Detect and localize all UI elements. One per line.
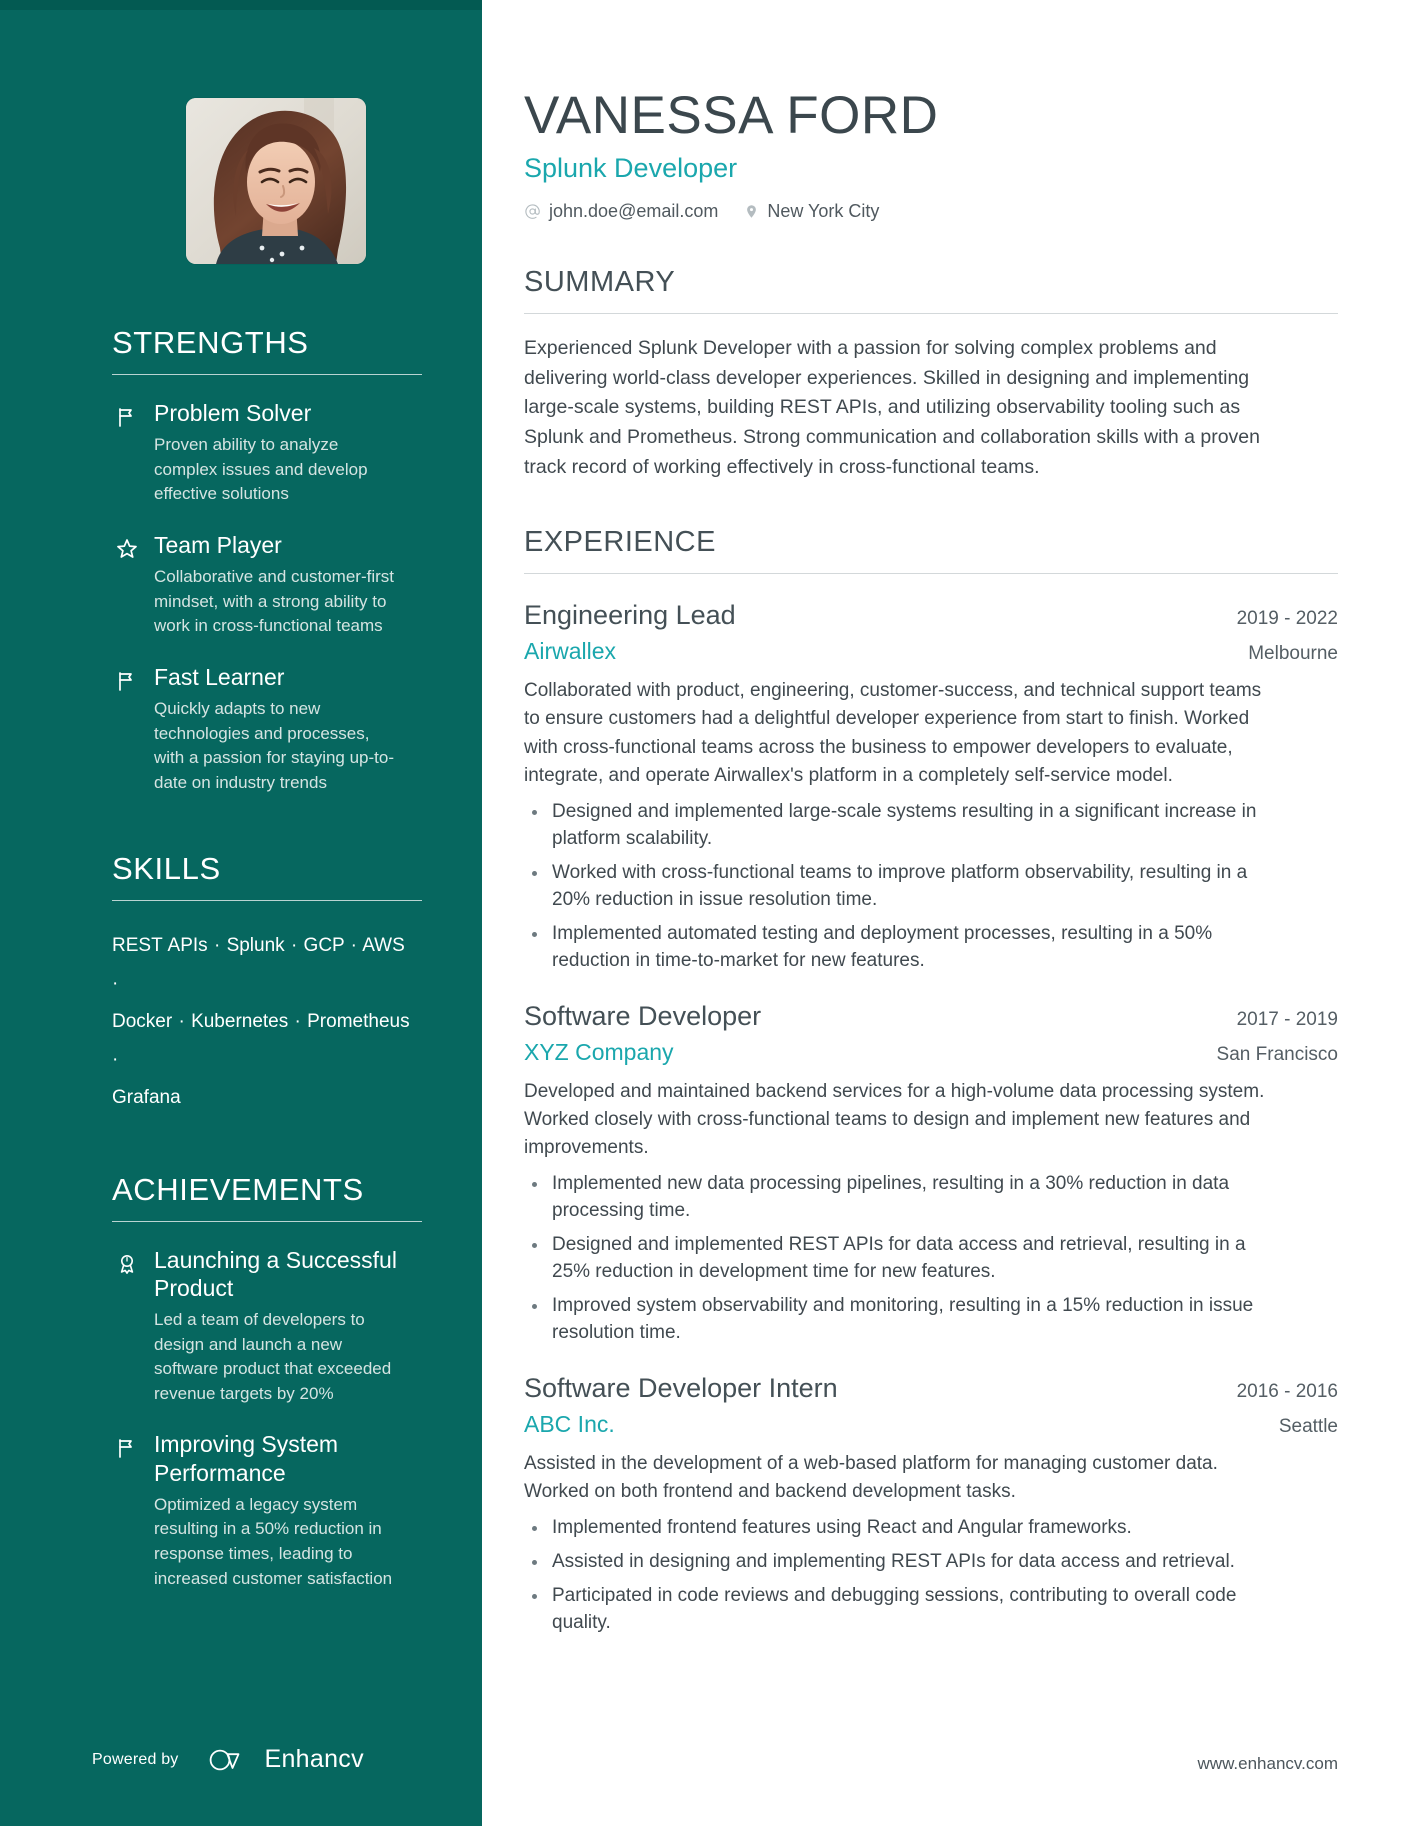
- job-role-subtitle: Splunk Developer: [524, 153, 738, 184]
- main-content: VANESSA FORD Splunk Developer john.doe@e…: [482, 0, 1410, 1826]
- skills-line: Grafana: [112, 1086, 181, 1108]
- flag-icon: [112, 1433, 142, 1463]
- job-bullet: Designed and implemented large-scale sys…: [524, 799, 1284, 853]
- job-date: 2017 - 2019: [1236, 1008, 1338, 1030]
- contact-email[interactable]: john.doe@email.com: [524, 201, 718, 222]
- contact-location: New York City: [744, 201, 879, 222]
- job-description: Developed and maintained backend service…: [524, 1080, 1265, 1158]
- experience-heading: EXPERIENCE: [524, 526, 716, 559]
- flag-icon: [112, 402, 142, 432]
- strength-item: Fast Learner Quickly adapts to new techn…: [112, 663, 420, 796]
- achievement-title: Improving System Performance: [154, 1431, 339, 1486]
- resume-page: STRENGTHS Problem Solver Proven ability …: [0, 0, 1410, 1826]
- footer-website-url[interactable]: www.enhancv.com: [1198, 1754, 1338, 1774]
- job-title: Software Developer Intern: [524, 1372, 838, 1403]
- skills-line: Docker · Kubernetes · Prometheus ·: [112, 1010, 410, 1070]
- achievement-item: Improving System Performance Optimized a…: [112, 1430, 420, 1591]
- skills-divider: [112, 899, 422, 901]
- job-bullet-list: Designed and implemented large-scale sys…: [524, 799, 1338, 975]
- contact-location-text: New York City: [767, 201, 880, 222]
- enhancv-brand-name: Enhancv: [264, 1745, 364, 1773]
- experience-divider: [524, 573, 1338, 575]
- job-location: San Francisco: [1216, 1043, 1338, 1065]
- job-company[interactable]: XYZ Company: [524, 1039, 674, 1066]
- achievements-section: ACHIEVEMENTS Launching a Successful Prod…: [112, 1171, 422, 1591]
- avatar: [186, 98, 366, 264]
- map-pin-icon: [744, 203, 759, 220]
- achievement-item: Launching a Successful Product Led a tea…: [112, 1246, 420, 1407]
- sidebar-footer-brand: Powered by Enhancv: [92, 1745, 364, 1774]
- strength-item: Team Player Collaborative and customer-f…: [112, 531, 420, 639]
- job-date: 2019 - 2022: [1236, 608, 1338, 630]
- job-bullet: Participated in code reviews and debuggi…: [524, 1583, 1284, 1637]
- job-bullet: Assisted in designing and implementing R…: [524, 1549, 1284, 1576]
- job-bullet-list: Implemented frontend features using Reac…: [524, 1515, 1338, 1637]
- job-description: Assisted in the development of a web-bas…: [524, 1452, 1218, 1502]
- star-icon: [112, 534, 142, 564]
- strength-description: Collaborative and customer-first mindset…: [154, 567, 394, 636]
- experience-entry: Software Developer 2017 - 2019 XYZ Compa…: [524, 1001, 1338, 1347]
- achievements-heading: ACHIEVEMENTS: [112, 1171, 364, 1207]
- job-bullet-list: Implemented new data processing pipeline…: [524, 1171, 1338, 1347]
- skills-list: REST APIs · Splunk · GCP · AWS · Docker …: [112, 927, 420, 1117]
- page-title: VANESSA FORD: [524, 86, 939, 145]
- contact-email-text: john.doe@email.com: [549, 201, 719, 222]
- profile-photo-illustration: [186, 98, 366, 264]
- enhancv-logo-icon: [207, 1747, 253, 1773]
- strengths-section: STRENGTHS Problem Solver Proven ability …: [112, 325, 422, 796]
- strengths-heading: STRENGTHS: [112, 325, 309, 360]
- skills-section: SKILLS REST APIs · Splunk · GCP · AWS · …: [112, 850, 422, 1117]
- summary-text: Experienced Splunk Developer with a pass…: [524, 337, 1260, 478]
- job-bullet: Designed and implemented REST APIs for d…: [524, 1232, 1284, 1286]
- contact-row: john.doe@email.com New York City: [524, 201, 1338, 222]
- summary-divider: [524, 313, 1338, 315]
- powered-by-label: Powered by: [92, 1750, 179, 1768]
- strength-description: Quickly adapts to new technologies and p…: [154, 699, 395, 792]
- strength-title: Problem Solver: [154, 400, 312, 427]
- experience-section: EXPERIENCE Engineering Lead 2019 - 2022 …: [524, 526, 1338, 1636]
- strength-item: Problem Solver Proven ability to analyze…: [112, 399, 420, 507]
- job-company[interactable]: Airwallex: [524, 638, 616, 665]
- skills-heading: SKILLS: [112, 850, 221, 886]
- skills-line: REST APIs · Splunk · GCP · AWS ·: [112, 934, 405, 994]
- job-bullet: Worked with cross-functional teams to im…: [524, 860, 1284, 914]
- achievement-title: Launching a Successful Product: [154, 1246, 397, 1301]
- summary-section: SUMMARY Experienced Splunk Developer wit…: [524, 266, 1338, 482]
- job-bullet: Implemented frontend features using Reac…: [524, 1515, 1284, 1542]
- job-title: Software Developer: [524, 1000, 762, 1031]
- flag-icon: [112, 666, 142, 696]
- sidebar: STRENGTHS Problem Solver Proven ability …: [0, 0, 482, 1826]
- job-company[interactable]: ABC Inc.: [524, 1411, 615, 1438]
- strengths-divider: [112, 374, 422, 376]
- job-description: Collaborated with product, engineering, …: [524, 680, 1262, 786]
- job-location: Melbourne: [1248, 643, 1338, 665]
- job-bullet: Implemented new data processing pipeline…: [524, 1171, 1284, 1225]
- job-bullet: Implemented automated testing and deploy…: [524, 921, 1284, 975]
- job-location: Seattle: [1278, 1415, 1338, 1437]
- at-icon: [524, 203, 541, 220]
- award-ribbon-icon: [112, 1249, 142, 1279]
- experience-entry: Engineering Lead 2019 - 2022 Airwallex M…: [524, 600, 1338, 974]
- job-title: Engineering Lead: [524, 600, 736, 631]
- achievement-description: Optimized a legacy system resulting in a…: [154, 1494, 393, 1588]
- strength-title: Fast Learner: [154, 664, 285, 691]
- sidebar-top-strip: [0, 0, 482, 10]
- job-bullet: Improved system observability and monito…: [524, 1293, 1284, 1347]
- strength-description: Proven ability to analyze complex issues…: [154, 435, 368, 504]
- experience-entry: Software Developer Intern 2016 - 2016 AB…: [524, 1373, 1338, 1637]
- summary-heading: SUMMARY: [524, 266, 676, 299]
- achievement-description: Led a team of developers to design and l…: [154, 1309, 392, 1403]
- achievements-divider: [112, 1220, 422, 1222]
- job-date: 2016 - 2016: [1236, 1380, 1338, 1402]
- strength-title: Team Player: [154, 532, 282, 559]
